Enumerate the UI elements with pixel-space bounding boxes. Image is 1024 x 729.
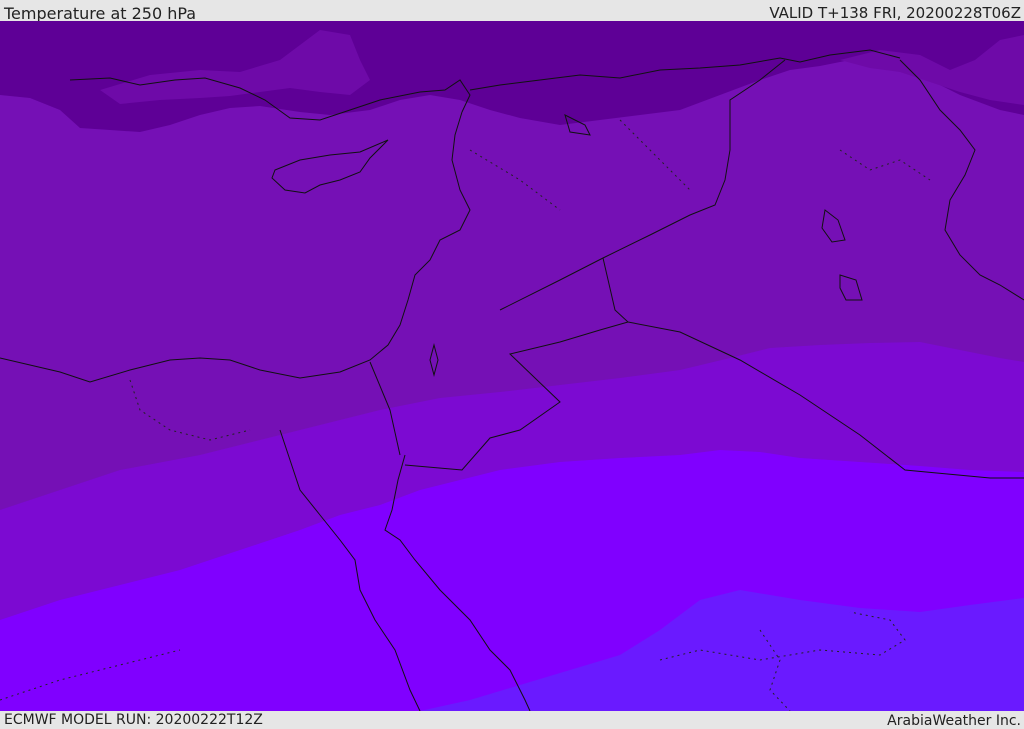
temperature-map	[0, 21, 1024, 711]
credit-text: ArabiaWeather Inc.	[887, 713, 1021, 729]
model-run: ECMWF MODEL RUN: 20200222T12Z	[4, 712, 263, 728]
valid-time: VALID T+138 FRI, 20200228T06Z	[769, 4, 1021, 22]
map-title: Temperature at 250 hPa	[4, 4, 197, 23]
